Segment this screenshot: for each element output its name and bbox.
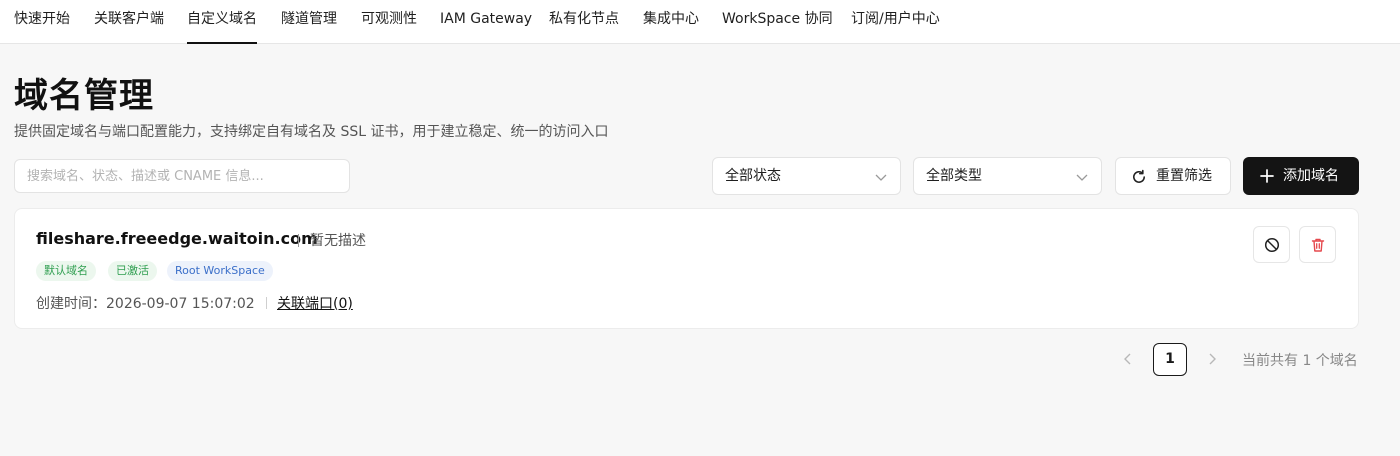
domain-description: 暂无描述 (310, 233, 366, 249)
page-title: 域名管理 (14, 76, 154, 116)
refresh-icon (1133, 169, 1145, 183)
ban-icon (1264, 237, 1280, 253)
nav-tab-private-nodes[interactable]: 私有化节点 (549, 0, 619, 44)
page-number-current[interactable]: 1 (1153, 343, 1187, 376)
created-time: 创建时间：2026-09-07 15:07:02 (36, 293, 255, 313)
delete-domain-button[interactable] (1299, 226, 1336, 263)
domain-card: fileshare.freeedge.waitoin.com 暂无描述 默认域名… (14, 208, 1359, 329)
prev-page-icon[interactable] (1118, 349, 1138, 369)
nav-tab-subscription-user-center[interactable]: 订阅/用户中心 (851, 0, 940, 44)
created-time-value: 2026-09-07 15:07:02 (106, 296, 255, 312)
reset-filters-button[interactable]: 重置筛选 (1115, 157, 1231, 195)
domain-name: fileshare.freeedge.waitoin.com (36, 229, 318, 248)
tag-default-domain: 默认域名 (36, 261, 96, 281)
type-filter-select[interactable]: 全部类型 (913, 157, 1102, 195)
next-page-icon[interactable] (1202, 349, 1222, 369)
tag-workspace: Root WorkSpace (167, 261, 273, 281)
status-filter-select[interactable]: 全部状态 (712, 157, 901, 195)
divider (266, 297, 267, 309)
tag-activated: 已激活 (108, 261, 157, 281)
nav-tab-integration-center[interactable]: 集成中心 (643, 0, 699, 44)
divider (298, 234, 299, 247)
nav-tab-quick-start[interactable]: 快速开始 (14, 0, 70, 44)
search-input[interactable] (14, 159, 350, 193)
type-filter-value: 全部类型 (926, 168, 982, 184)
total-count-text: 当前共有 1 个域名 (1242, 353, 1358, 369)
reset-filters-label: 重置筛选 (1156, 168, 1212, 184)
nav-tab-linked-clients[interactable]: 关联客户端 (94, 0, 164, 44)
add-domain-label: 添加域名 (1283, 168, 1339, 184)
created-time-label: 创建时间： (36, 296, 106, 312)
top-nav: 快速开始 关联客户端 自定义域名 隧道管理 可观测性 IAM Gateway 私… (0, 0, 1400, 44)
disable-domain-button[interactable] (1253, 226, 1290, 263)
chevron-down-icon (1076, 174, 1088, 181)
nav-tab-custom-domains[interactable]: 自定义域名 (187, 0, 257, 44)
nav-tab-workspace-collab[interactable]: WorkSpace 协同 (722, 0, 833, 44)
page-description: 提供固定域名与端口配置能力，支持绑定自有域名及 SSL 证书，用于建立稳定、统一… (14, 124, 609, 140)
nav-tab-tunnel-management[interactable]: 隧道管理 (281, 0, 337, 44)
nav-tab-iam-gateway[interactable]: IAM Gateway (440, 0, 532, 44)
status-filter-value: 全部状态 (725, 168, 781, 184)
plus-icon (1260, 169, 1274, 183)
linked-ports-link[interactable]: 关联端口(0) (277, 293, 353, 313)
nav-tab-observability[interactable]: 可观测性 (361, 0, 417, 44)
chevron-down-icon (875, 174, 887, 181)
add-domain-button[interactable]: 添加域名 (1243, 157, 1359, 195)
trash-icon (1311, 238, 1325, 252)
